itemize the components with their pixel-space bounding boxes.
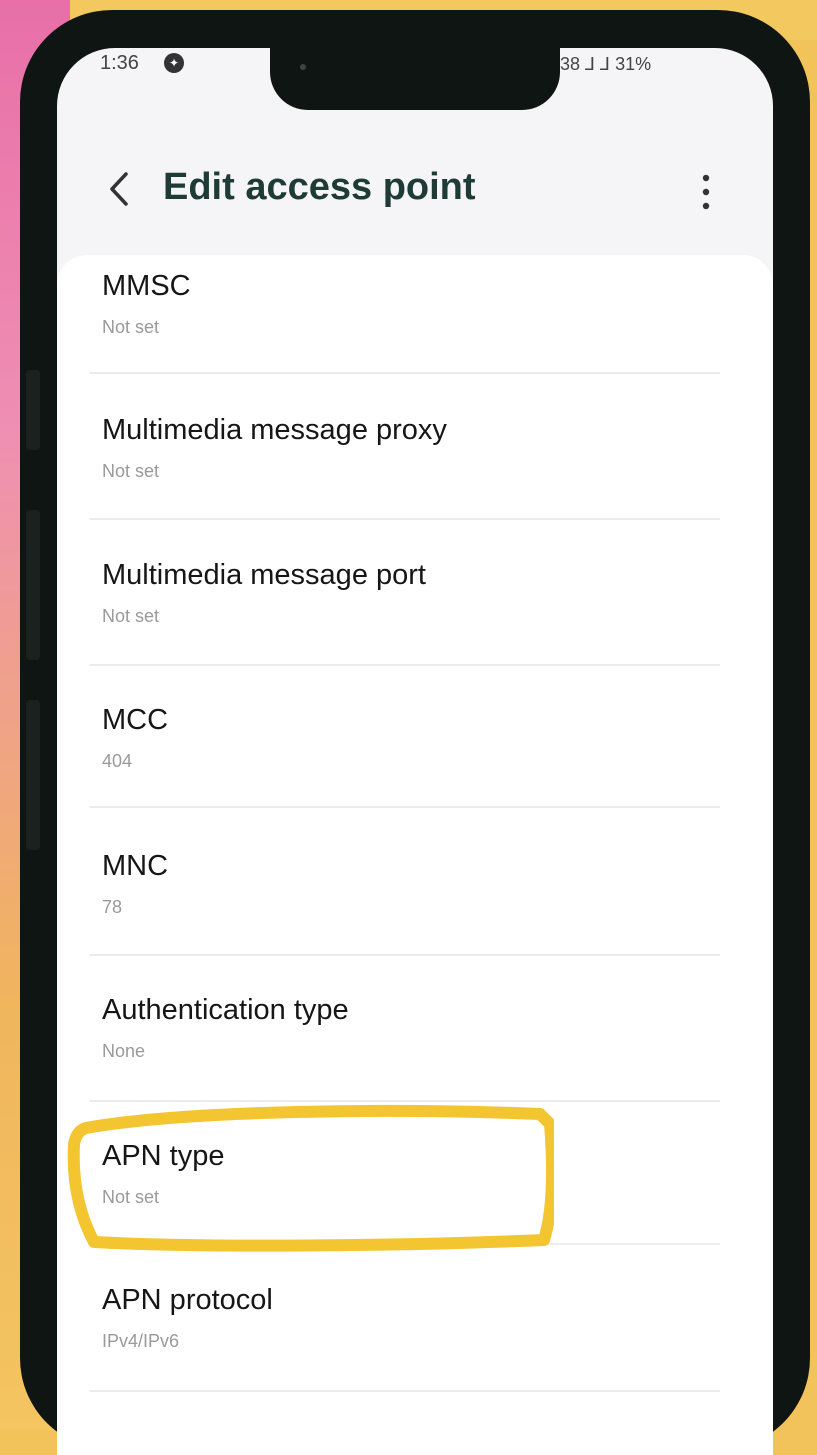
setting-label: MMSC	[102, 270, 191, 302]
side-button	[26, 700, 40, 850]
more-options-icon[interactable]	[694, 170, 718, 214]
back-icon[interactable]	[100, 166, 140, 212]
divider	[90, 372, 720, 374]
divider	[90, 1100, 720, 1102]
divider	[90, 954, 720, 956]
highlight-annotation	[67, 1104, 554, 1252]
setting-value: Not set	[102, 606, 160, 626]
side-button	[26, 510, 40, 660]
setting-value: Not set	[102, 317, 160, 337]
status-indicators: 38 ⅃ ⅃ 31%	[560, 54, 652, 74]
setting-item-apn-protocol[interactable]: APN protocol IPv4/IPv6	[102, 1284, 722, 1352]
setting-label: MCC	[102, 704, 169, 736]
setting-label: Multimedia message port	[102, 559, 426, 591]
setting-value: 404	[102, 751, 133, 771]
status-time: 1:36	[100, 52, 139, 74]
camera-notch	[270, 48, 560, 110]
page-title: Edit access point	[163, 166, 476, 208]
divider	[90, 806, 720, 808]
setting-item-authentication-type[interactable]: Authentication type None	[102, 994, 722, 1062]
setting-item-mms-proxy[interactable]: Multimedia message proxy Not set	[102, 414, 722, 482]
notification-icon: ✦	[164, 53, 184, 73]
setting-label: Multimedia message proxy	[102, 414, 447, 446]
setting-label: MNC	[102, 850, 169, 882]
setting-label: Authentication type	[102, 994, 349, 1026]
divider	[90, 664, 720, 666]
front-camera	[300, 64, 306, 70]
setting-value: 78	[102, 897, 123, 917]
setting-value: None	[102, 1041, 146, 1061]
setting-item-mms-port[interactable]: Multimedia message port Not set	[102, 559, 722, 627]
setting-value: IPv4/IPv6	[102, 1331, 180, 1351]
setting-label: APN protocol	[102, 1284, 273, 1316]
divider	[90, 1390, 720, 1392]
setting-item-mmsc[interactable]: MMSC Not set	[102, 270, 722, 338]
setting-item-mnc[interactable]: MNC 78	[102, 850, 722, 918]
setting-item-mcc[interactable]: MCC 404	[102, 704, 722, 772]
divider	[90, 518, 720, 520]
setting-value: Not set	[102, 461, 160, 481]
side-button	[26, 370, 40, 450]
